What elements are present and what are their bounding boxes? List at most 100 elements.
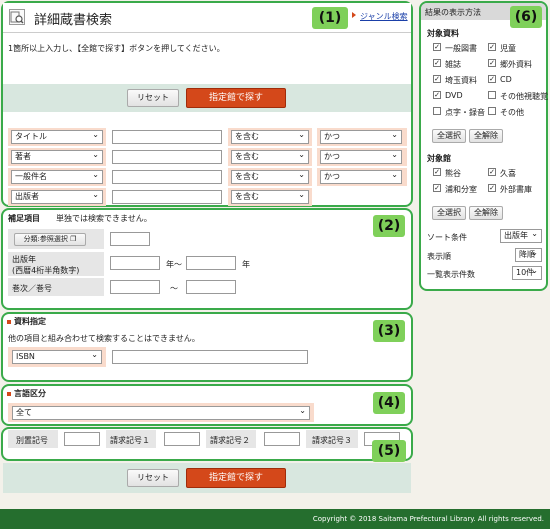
bullet-square-icon (7, 391, 11, 396)
match-select-2[interactable]: を含む (231, 149, 309, 164)
volume-from-input[interactable] (110, 280, 160, 294)
keyword-input-4[interactable] (112, 190, 222, 204)
call-number-1-label: 請求記号１ (110, 436, 150, 445)
count-select[interactable]: 10件 (512, 265, 542, 280)
checkbox-general-books[interactable]: ✓ (433, 43, 441, 51)
class-input[interactable] (110, 232, 150, 246)
checkbox-kuki[interactable]: ✓ (488, 168, 496, 176)
match-select-4[interactable]: を含む (231, 189, 309, 204)
material-label: その他視聴覚 (500, 92, 548, 101)
material-number-input[interactable] (112, 350, 308, 364)
checkbox-other-av[interactable] (488, 91, 496, 99)
materials-title: 対象資料 (427, 29, 459, 38)
conj-select-2[interactable]: かつ (320, 149, 402, 164)
pub-year-to-input[interactable] (186, 256, 236, 270)
keyword-input-3[interactable] (112, 170, 222, 184)
checkbox-outside-materials[interactable]: ✓ (488, 59, 496, 67)
call-number-1-input[interactable] (164, 432, 200, 446)
separate-mark-label: 別置記号 (16, 436, 48, 445)
section-badge-2: (2) (373, 215, 405, 237)
library-label: 久喜 (500, 169, 516, 178)
supplement-title: 補足項目 (8, 214, 40, 223)
order-select[interactable]: 降順 (515, 247, 542, 262)
material-label: その他 (500, 108, 524, 117)
supplement-note: 単独では検索できません。 (56, 214, 152, 223)
checkbox-external-storage[interactable]: ✓ (488, 184, 496, 192)
field-select-3[interactable]: 一般件名 (11, 169, 103, 184)
section-badge-4: (4) (373, 392, 405, 414)
language-title-text: 言語区分 (14, 389, 46, 398)
reset-button[interactable]: リセット (127, 89, 179, 107)
result-options-title: 結果の表示方法 (425, 8, 481, 17)
section-badge-3: (3) (373, 320, 405, 342)
pub-year-to-text: 年 (242, 260, 250, 269)
material-title-text: 資料指定 (14, 317, 46, 326)
search-button[interactable]: 指定館で探す (186, 88, 286, 108)
class-select-button[interactable]: 分類:参照選択 ❐ (14, 233, 86, 246)
page-title: 詳細蔵書検索 (34, 13, 113, 28)
match-select-3[interactable]: を含む (231, 169, 309, 184)
material-label: 埼玉資料 (445, 76, 477, 85)
checkbox-cd[interactable]: ✓ (488, 75, 496, 83)
material-label: 雑誌 (445, 60, 461, 69)
checkbox-kumagaya[interactable]: ✓ (433, 168, 441, 176)
checkbox-urawa-branch[interactable]: ✓ (433, 184, 441, 192)
checkbox-dvd[interactable]: ✓ (433, 91, 441, 99)
sort-label: ソート条件 (427, 233, 467, 242)
bullet-square-icon (7, 319, 11, 324)
material-label: 児童 (500, 44, 516, 53)
libraries-select-all-button[interactable]: 全選択 (432, 206, 466, 220)
search-button-bottom[interactable]: 指定館で探す (186, 468, 286, 488)
libraries-title: 対象館 (427, 154, 451, 163)
separate-mark-input[interactable] (64, 432, 100, 446)
materials-clear-all-button[interactable]: 全解除 (469, 129, 503, 143)
field-select-2[interactable]: 著者 (11, 149, 103, 164)
checkbox-other[interactable] (488, 107, 496, 115)
materials-select-all-button[interactable]: 全選択 (432, 129, 466, 143)
conj-select-3[interactable]: かつ (320, 169, 402, 184)
field-select-1[interactable]: タイトル (11, 129, 103, 144)
checkbox-magazines[interactable]: ✓ (433, 59, 441, 67)
material-label: 郷外資料 (500, 60, 532, 69)
keyword-input-2[interactable] (112, 150, 222, 164)
volume-label: 巻次／巻号 (12, 284, 52, 293)
genre-search-link[interactable]: ジャンル検索 (360, 11, 408, 22)
call-number-3-label: 請求記号３ (312, 436, 352, 445)
search-icon (9, 9, 25, 25)
libraries-clear-all-button[interactable]: 全解除 (469, 206, 503, 220)
section-badge-5: (5) (372, 440, 406, 462)
language-select[interactable]: 全て (12, 405, 310, 420)
sort-select[interactable]: 出版年 (500, 228, 542, 243)
checkbox-braille-audio[interactable] (433, 107, 441, 115)
library-label: 浦和分室 (445, 185, 477, 194)
pub-year-from-input[interactable] (110, 256, 160, 270)
checkbox-saitama-materials[interactable]: ✓ (433, 75, 441, 83)
class-select-label: 分類:参照選択 (23, 235, 68, 243)
material-type-select[interactable]: ISBN (12, 349, 102, 364)
pub-year-hint: (西暦4桁半角数字) (12, 266, 80, 275)
reset-button-bottom[interactable]: リセット (127, 469, 179, 487)
pub-year-label: 出版年 (12, 255, 36, 264)
conj-select-1[interactable]: かつ (320, 129, 402, 144)
popup-icon: ❐ (70, 235, 77, 243)
chevron-right-icon (352, 12, 356, 18)
call-number-2-label: 請求記号２ (210, 436, 250, 445)
pub-year-from-text: 年～ (166, 260, 182, 269)
match-select-1[interactable]: を含む (231, 129, 309, 144)
material-label: 点字・録音 (445, 108, 485, 117)
field-select-4[interactable]: 出版者 (11, 189, 103, 204)
order-label: 表示順 (427, 252, 451, 261)
material-label: DVD (445, 91, 463, 100)
library-label: 外部書庫 (500, 185, 532, 194)
material-note: 他の項目と組み合わせて検索することはできません。 (8, 334, 200, 343)
copyright-text: Copyright © 2018 Saitama Prefectural Lib… (312, 515, 544, 523)
material-label: 一般図書 (445, 44, 477, 53)
section-badge-1: (1) (312, 7, 348, 29)
call-number-2-input[interactable] (264, 432, 300, 446)
volume-to-input[interactable] (186, 280, 236, 294)
material-title: 資料指定 (7, 316, 46, 327)
volume-tilde: ～ (170, 284, 178, 293)
checkbox-children[interactable]: ✓ (488, 43, 496, 51)
section-badge-6: (6) (510, 6, 542, 28)
keyword-input-1[interactable] (112, 130, 222, 144)
